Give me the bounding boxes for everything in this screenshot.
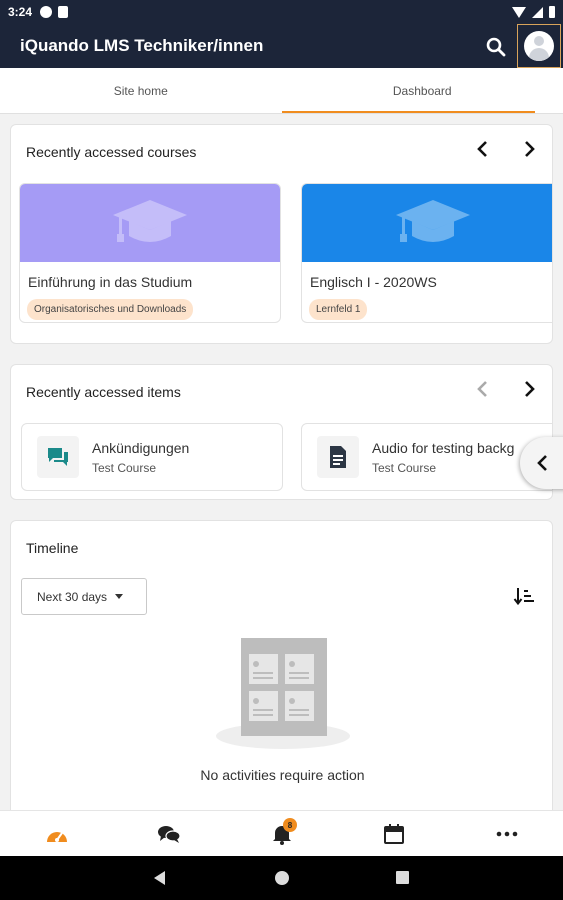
chevron-left-icon[interactable] (471, 377, 495, 401)
bottom-navigation: 8 (0, 810, 563, 856)
nav-messages[interactable] (156, 822, 182, 846)
graduation-cap-icon (113, 200, 187, 242)
tab-dashboard[interactable]: Dashboard (281, 68, 563, 113)
item-name: Audio for testing backg (372, 440, 515, 456)
nav-calendar[interactable] (381, 822, 407, 846)
forum-icon (37, 436, 79, 478)
course-name: Englisch I - 2020WS (310, 274, 437, 290)
timeline-empty-message: No activities require action (200, 767, 365, 783)
sort-icon[interactable] (513, 585, 535, 607)
battery-icon (549, 6, 555, 18)
home-circle-icon[interactable] (274, 870, 290, 886)
recent-item[interactable]: Audio for testing backg Test Course (301, 423, 552, 491)
chevron-left-icon[interactable] (471, 137, 495, 161)
recents-square-icon[interactable] (395, 870, 410, 885)
avatar (524, 31, 554, 61)
dashboard-gauge-icon (47, 832, 67, 842)
item-course: Test Course (372, 461, 437, 475)
nav-dashboard[interactable] (44, 822, 70, 846)
chevron-right-icon[interactable] (517, 137, 541, 161)
user-menu-button[interactable] (517, 24, 561, 68)
nav-notifications[interactable]: 8 (269, 818, 297, 846)
notification-count-badge: 8 (283, 818, 297, 832)
course-card[interactable]: Einführung in das Studium Organisatorisc… (19, 183, 281, 323)
chevron-right-icon[interactable] (517, 377, 541, 401)
timeline-filter-select[interactable]: Next 30 days (21, 578, 147, 615)
tab-site-home[interactable]: Site home (0, 68, 282, 113)
caret-down-icon (115, 594, 124, 599)
course-card[interactable]: Englisch I - 2020WS Lernfeld 1 (301, 183, 552, 323)
course-banner (302, 184, 552, 262)
timeline-title: Timeline (26, 540, 79, 556)
tab-bar: Site home Dashboard (0, 68, 563, 114)
timeline-filter-value: Next 30 days (37, 589, 108, 604)
recent-courses-title: Recently accessed courses (26, 144, 197, 160)
app-notification-icon (40, 6, 53, 18)
empty-timeline-illustration (216, 638, 350, 749)
signal-icon (532, 6, 543, 18)
calendar-icon (384, 824, 404, 844)
chevron-left-icon (537, 455, 547, 471)
graduation-cap-icon (395, 200, 470, 242)
course-name: Einführung in das Studium (28, 274, 193, 290)
nav-more[interactable] (494, 822, 520, 846)
recent-items-card: Recently accessed items Ankündigungen Te… (10, 364, 553, 500)
timeline-card: Timeline Next 30 days No activities requ… (10, 520, 553, 820)
recent-item[interactable]: Ankündigungen Test Course (21, 423, 283, 491)
wifi-icon (512, 6, 526, 18)
search-icon[interactable] (484, 35, 508, 59)
document-icon (317, 436, 359, 478)
recent-courses-card: Recently accessed courses Einführung in … (10, 124, 553, 344)
more-dots-icon (496, 831, 518, 837)
block-drawer-toggle[interactable] (520, 437, 563, 489)
status-bar: 3:24 (0, 0, 563, 24)
recent-items-title: Recently accessed items (26, 384, 181, 400)
app-header: iQuando LMS Techniker/innen (0, 24, 563, 68)
course-category-badge: Organisatorisches und Downloads (27, 299, 194, 320)
system-navigation-bar (0, 856, 563, 900)
course-category-badge: Lernfeld 1 (309, 299, 368, 320)
back-triangle-icon[interactable] (152, 870, 168, 886)
item-course: Test Course (92, 461, 157, 475)
app-title: iQuando LMS Techniker/innen (20, 36, 264, 55)
course-banner (20, 184, 280, 262)
item-name: Ankündigungen (92, 440, 190, 456)
status-time: 3:24 (8, 5, 33, 19)
messages-icon (158, 826, 181, 843)
sim-icon (58, 6, 69, 18)
